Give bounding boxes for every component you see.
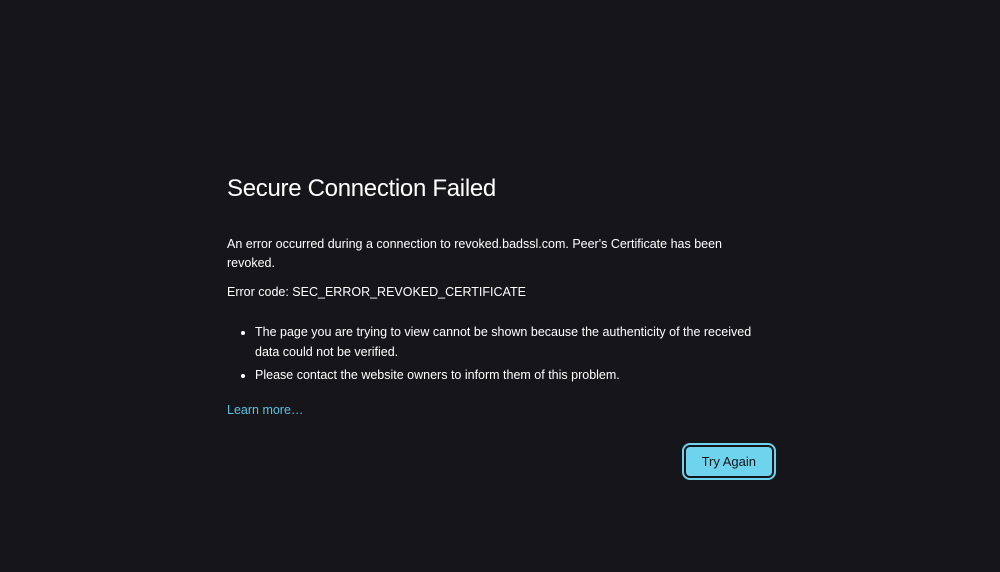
button-row: Try Again [227, 447, 772, 476]
try-again-button[interactable]: Try Again [686, 447, 772, 476]
error-title: Secure Connection Failed [227, 175, 772, 203]
error-detail-list: The page you are trying to view cannot b… [227, 323, 772, 385]
learn-more-link[interactable]: Learn more… [227, 403, 303, 417]
error-code: Error code: SEC_ERROR_REVOKED_CERTIFICAT… [227, 283, 772, 302]
list-item: Please contact the website owners to inf… [255, 366, 772, 385]
list-item: The page you are trying to view cannot b… [255, 323, 772, 362]
error-message: An error occurred during a connection to… [227, 235, 772, 273]
error-container: Secure Connection Failed An error occurr… [227, 0, 772, 476]
